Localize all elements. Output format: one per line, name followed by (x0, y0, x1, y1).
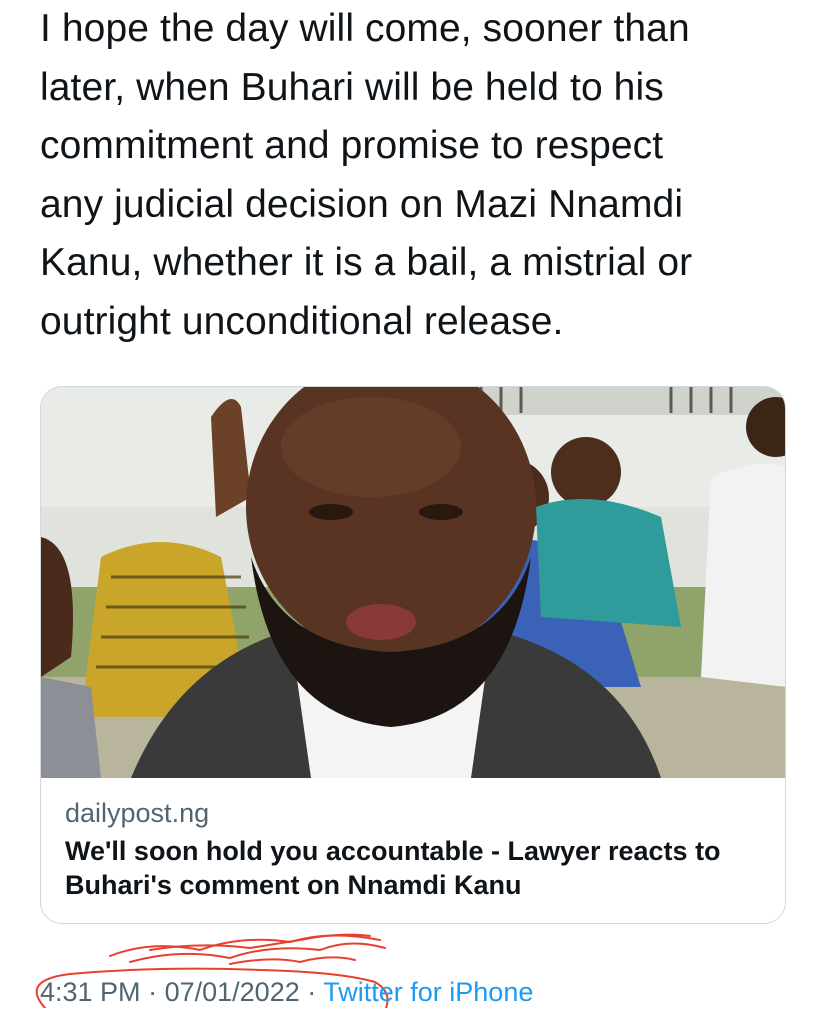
link-title[interactable]: We'll soon hold you accountable - Lawyer… (65, 834, 763, 902)
news-photo (41, 387, 785, 778)
separator-dot: · (148, 977, 158, 1007)
link-domain[interactable]: dailypost.ng (65, 796, 763, 830)
link-preview-card[interactable]: dailypost.ng We'll soon hold you account… (40, 386, 786, 924)
tweet-time[interactable]: 4:31 PM (40, 977, 141, 1007)
tweet-text: I hope the day will come, sooner than la… (40, 7, 693, 343)
link-preview-image[interactable] (41, 387, 785, 778)
tweet-metadata: 4:31 PM · 07/01/2022 · Twitter for iPhon… (40, 972, 533, 1012)
separator-dot-2: · (307, 977, 317, 1007)
tweet-date[interactable]: 07/01/2022 (165, 977, 300, 1007)
tweet-source-link[interactable]: Twitter for iPhone (323, 977, 533, 1007)
link-preview-meta: dailypost.ng We'll soon hold you account… (41, 778, 785, 902)
